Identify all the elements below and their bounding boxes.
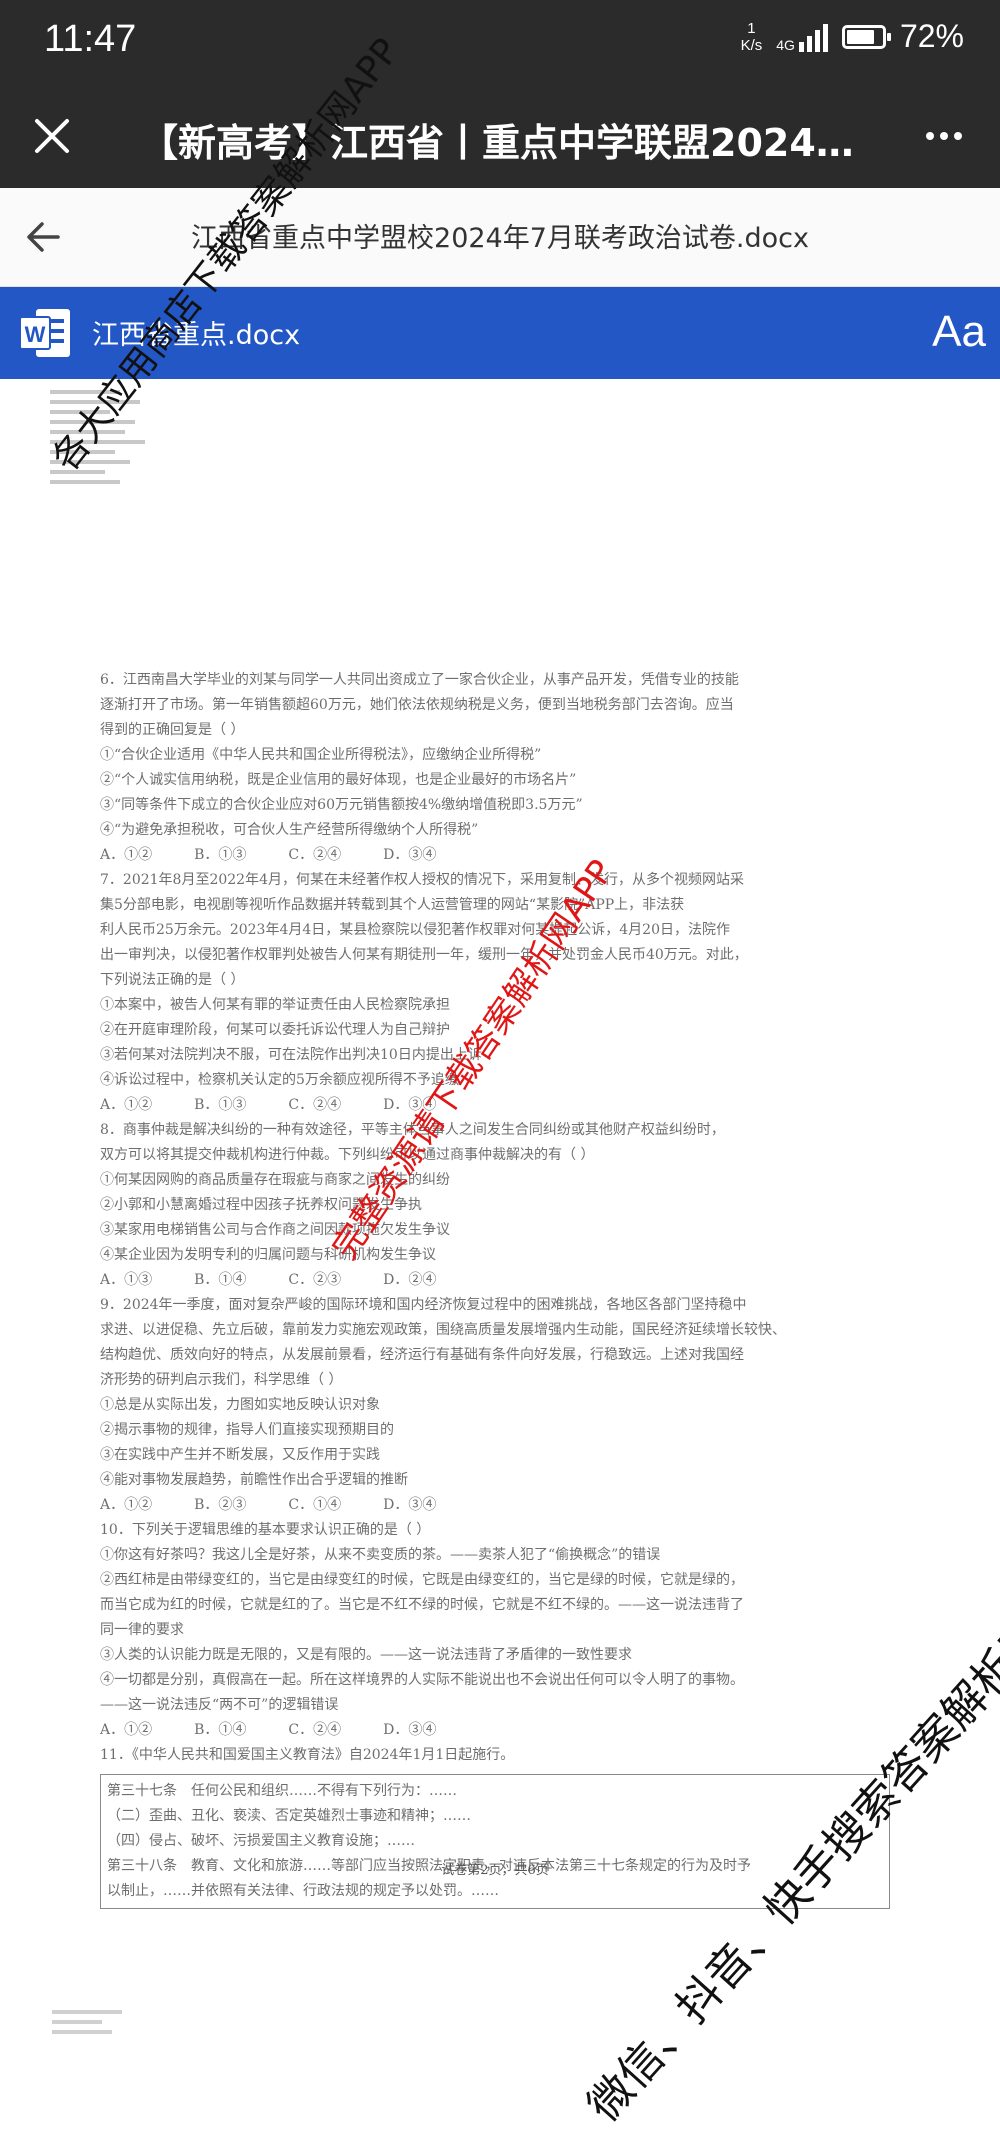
page-thumbnail-bottom [52, 2010, 132, 2050]
document-line: ②“个人诚实信用纳税，既是企业信用的最好体现，也是企业最好的市场名片” [100, 772, 577, 788]
document-line: 双方可以将其提交仲裁机构进行仲裁。下列纠纷可以通过商事仲裁解决的有（ ） [100, 1147, 595, 1163]
close-icon [35, 119, 69, 153]
document-line: A．①② B．①④ C．②④ D．③④ [100, 1722, 437, 1738]
network-speed-unit: K/s [740, 36, 763, 54]
status-time: 11:47 [44, 18, 137, 60]
document-line: ③人类的认识能力既是无限的，又是有限的。——这一说法违背了矛盾律的一致性要求 [100, 1647, 632, 1663]
document-line: 8．商事仲裁是解决纠纷的一种有效途径，平等主体当事人之间发生合同纠纷或其他财产权… [100, 1122, 725, 1138]
document-line: 利人民币25万余元。2023年4月4日，某县检察院以侵犯著作权罪对何某提起公诉，… [100, 922, 730, 938]
document-line: 同一律的要求 [100, 1622, 184, 1638]
document-line: ③某家用电梯销售公司与合作商之间因款项拖欠发生争议 [100, 1222, 450, 1238]
network-type: 4G [776, 36, 795, 53]
document-line: ②西红柿是由带绿变红的，当它是由绿变红的时候，它既是由绿变红的，当它是绿的时候，… [100, 1572, 744, 1588]
document-line: ④某企业因为发明专利的归属问题与科研机构发生争议 [100, 1247, 436, 1263]
file-title: 江西省重点中学盟校2024年7月联考政治试卷.docx [191, 223, 809, 254]
document-line: 求进、以进促稳、先立后破，靠前发力实施宏观政策，围绕高质量发展增强内生动能，国民… [100, 1322, 786, 1338]
law-excerpt-line: （二）歪曲、丑化、亵渎、否定英雄烈士事迹和精神；…… [107, 1808, 471, 1824]
document-line: ②揭示事物的规律，指导人们直接实现预期目的 [100, 1422, 394, 1438]
network-speed: 1 K/s [741, 20, 763, 54]
battery-icon [841, 24, 891, 49]
document-line: ④“为避免承担税收，可合伙人生产经营所得缴纳个人所得税” [100, 822, 479, 838]
document-line: 10．下列关于逻辑思维的基本要求认识正确的是（ ） [100, 1522, 431, 1538]
status-bar: 11:47 1 K/s 4G 72% [0, 0, 1000, 84]
svg-text:W: W [25, 322, 46, 347]
document-page: 6．江西南昌大学毕业的刘某与同学一人共同出资成立了一家合伙企业，从事产品开发，凭… [100, 668, 890, 1909]
document-line: A．①③ B．①④ C．②③ D．②④ [100, 1272, 437, 1288]
cell-signal-icon: 4G [776, 22, 828, 52]
network-speed-value: 1 [747, 19, 756, 37]
file-header: 江西省重点中学盟校2024年7月联考政治试卷.docx [0, 188, 1000, 287]
law-excerpt-line: （四）侵占、破坏、污损爱国主义教育设施；…… [107, 1833, 415, 1849]
document-line: 11．《中华人民共和国爱国主义教育法》自2024年1月1日起施行。 [100, 1747, 515, 1763]
document-line: ①何某因网购的商品质量存在瑕疵与商家之间发生的纠纷 [100, 1172, 450, 1188]
document-line: 而当它成为红的时候，它就是红的了。当它是不红不绿的时候，它就是不红不绿的。——这… [100, 1597, 744, 1613]
document-text: 6．江西南昌大学毕业的刘某与同学一人共同出资成立了一家合伙企业，从事产品开发，凭… [100, 668, 890, 1768]
more-options-button[interactable] [914, 108, 974, 164]
document-line: 集5分部电影，电视剧等视听作品数据并转载到其个人运营管理的网站“某影院”APP上… [100, 897, 685, 913]
document-line: ④诉讼过程中，检察机关认定的5万余额应视所得不予追缴 [100, 1072, 459, 1088]
law-excerpt-line: 第三十七条 任何公民和组织……不得有下列行为：…… [107, 1783, 457, 1799]
document-line: 济形势的研判启示我们，科学思维（ ） [100, 1372, 343, 1388]
document-line: ③在实践中产生并不断发展，又反作用于实践 [100, 1447, 380, 1463]
document-line: ①“合伙企业适用《中华人民共和国企业所得税法》，应缴纳企业所得税” [100, 747, 542, 763]
document-line: 出一审判决，以侵犯著作权罪判处被告人何某有期徒刑一年，缓刑一年，并处罚金人民币4… [100, 947, 748, 963]
word-icon: W [20, 309, 70, 357]
document-line: ①总是从实际出发，力图如实地反映认识对象 [100, 1397, 380, 1413]
battery-percent: 72% [899, 18, 964, 54]
document-line: ④一切都是分别，真假高在一起。所在这样境界的人实际不能说出也不会说出任何可以令人… [100, 1672, 744, 1688]
close-button[interactable] [22, 106, 82, 166]
page-title: 【新高考】江西省丨重点中学联盟2024-… [140, 121, 860, 165]
document-line: 7．2021年8月至2022年4月，何某在未经著作权人授权的情况下，采用复制、发… [100, 872, 744, 888]
font-size-button[interactable]: Aa [932, 307, 986, 357]
document-line: ②小郭和小慧离婚过程中因孩子抚养权问题发生争执 [100, 1197, 422, 1213]
document-line: 逐渐打开了市场。第一年销售额超60万元，她们依法依规纳税是义务，便到当地税务部门… [100, 697, 734, 713]
app-title-bar: 【新高考】江西省丨重点中学联盟2024-… [0, 84, 1000, 188]
document-line: ④能对事物发展趋势，前瞻性作出合乎逻辑的推断 [100, 1472, 408, 1488]
status-indicators: 1 K/s 4G 72% [741, 18, 964, 55]
document-line: ——这一说法违反“两不可”的逻辑错误 [100, 1697, 339, 1713]
document-line: A．①② B．①③ C．②④ D．③④ [100, 847, 437, 863]
document-line: A．①② B．①③ C．②④ D．③④ [100, 1097, 437, 1113]
document-line: ①你这有好茶吗？我这儿全是好茶，从来不卖变质的茶。——卖茶人犯了“偷换概念”的错… [100, 1547, 661, 1563]
document-line: A．①② B．②③ C．①④ D．③④ [100, 1497, 437, 1513]
document-line: 9．2024年一季度，面对复杂严峻的国际环境和国内经济恢复过程中的困难挑战，各地… [100, 1297, 747, 1313]
document-line: 得到的正确回复是（ ） [100, 722, 245, 738]
document-line: ③“同等条件下成立的合伙企业应对60万元销售额按4%缴纳增值税即3.5万元” [100, 797, 583, 813]
document-line: 结构趋优、质效向好的特点，从发展前景看，经济运行有基础有条件向好发展，行稳致远。… [100, 1347, 744, 1363]
more-dot-icon [926, 132, 934, 140]
document-line: 6．江西南昌大学毕业的刘某与同学一人共同出资成立了一家合伙企业，从事产品开发，凭… [100, 672, 739, 688]
